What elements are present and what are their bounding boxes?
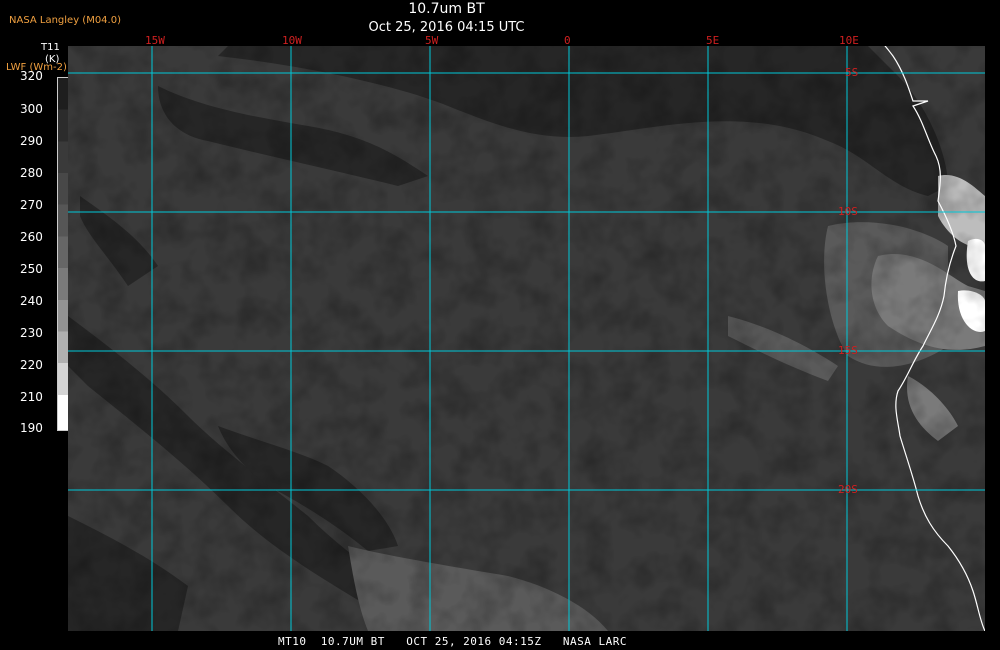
colorbar-tick: 300: [20, 102, 43, 116]
colorbar-tick: 210: [20, 390, 43, 404]
latitude-label: 10S: [838, 205, 858, 218]
colorbar-tick: 260: [20, 230, 43, 244]
colorbar-tick: 220: [20, 358, 43, 372]
latitude-label: 5S: [845, 66, 859, 79]
colorbar-tick: 190: [20, 421, 43, 435]
colorbar-variable-label: T11: [41, 42, 60, 53]
colorbar-tick: 280: [20, 166, 43, 180]
footer-caption: MT10 10.7UM BT OCT 25, 2016 04:15Z NASA …: [278, 635, 628, 648]
map-title: 10.7um BT: [408, 1, 485, 17]
colorbar-tick: 270: [20, 198, 43, 212]
colorbar-tick: 320: [20, 69, 43, 83]
colorbar-tick: 290: [20, 134, 43, 148]
latitude-label: 15S: [838, 344, 858, 357]
satellite-map: [68, 46, 985, 631]
latitude-label: 20S: [838, 483, 858, 496]
colorbar-tick: 240: [20, 294, 43, 308]
colorbar-tick: 230: [20, 326, 43, 340]
map-subtitle: Oct 25, 2016 04:15 UTC: [368, 20, 525, 35]
colorbar-tick: 250: [20, 262, 43, 276]
